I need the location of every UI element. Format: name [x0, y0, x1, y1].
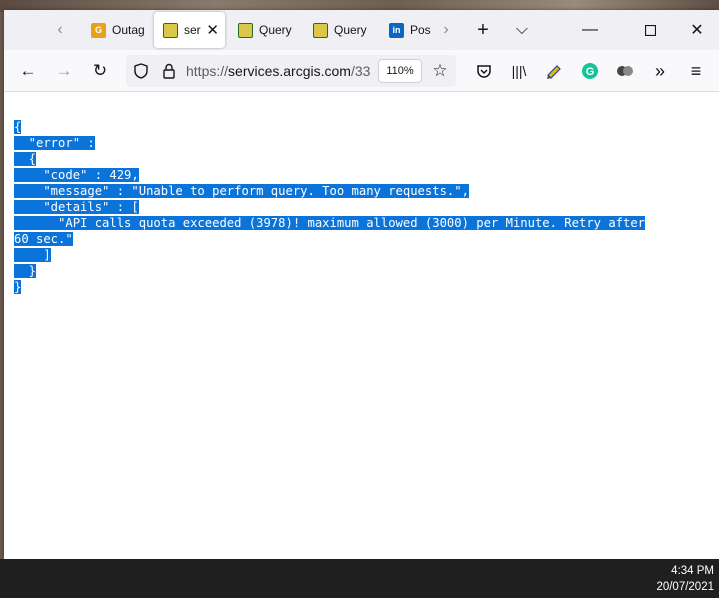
taskbar-clock[interactable]: 4:34 PM 20/07/2021: [656, 563, 714, 595]
json-line: {: [14, 151, 714, 167]
url-host: services.arcgis.com: [228, 63, 351, 79]
tab-outage[interactable]: G Outag: [82, 12, 150, 48]
library-icon[interactable]: |||\: [504, 56, 534, 86]
taskbar: 4:34 PM 20/07/2021: [0, 559, 719, 598]
url-text[interactable]: https://services.arcgis.com/33: [186, 63, 374, 79]
tab-label: Outag: [112, 23, 145, 37]
tab-label: Query: [259, 23, 292, 37]
tab-label: Query: [334, 23, 367, 37]
outage-app-icon: G: [91, 22, 106, 38]
grammarly-icon[interactable]: G: [575, 56, 605, 86]
json-line-text: "code" : 429,: [14, 168, 139, 182]
json-line: }: [14, 279, 714, 295]
extension-circles-icon[interactable]: [610, 56, 640, 86]
json-line: "details" : [: [14, 199, 714, 215]
json-line: "API calls quota exceeded (3978)! maximu…: [14, 215, 714, 231]
hamburger-menu-icon[interactable]: ≡: [681, 56, 711, 86]
tab-services-active[interactable]: ser ✕: [154, 12, 225, 48]
close-window-icon[interactable]: ✕: [677, 14, 717, 46]
json-line-text: {: [14, 120, 22, 134]
bookmark-star-icon[interactable]: ☆: [428, 59, 452, 83]
json-response: { "error" : { "code" : 429, "message" : …: [14, 119, 714, 295]
overflow-chevrons-icon[interactable]: »: [645, 56, 675, 86]
json-line: 60 sec.": [14, 231, 714, 247]
json-line-text: ]: [14, 248, 51, 262]
json-line: ]: [14, 247, 714, 263]
json-line-text: }: [14, 280, 22, 294]
tab-query-1[interactable]: Query: [229, 12, 299, 48]
page-content: { "error" : { "code" : 429, "message" : …: [4, 92, 719, 559]
json-line-text: "details" : [: [14, 200, 139, 214]
zoom-level-button[interactable]: 110%: [378, 59, 422, 83]
pocket-icon[interactable]: [469, 56, 499, 86]
tracking-protection-shield-icon[interactable]: [134, 63, 150, 79]
json-line-text: 60 sec.": [14, 232, 73, 246]
clock-time: 4:34 PM: [671, 565, 714, 577]
json-line: "message" : "Unable to perform query. To…: [14, 183, 714, 199]
url-scheme: https://: [186, 63, 229, 79]
minimize-icon[interactable]: —: [570, 14, 610, 46]
tab-query-2[interactable]: Query: [304, 12, 374, 48]
forward-arrow-icon[interactable]: →: [49, 56, 79, 86]
tabs-scroll-right-icon[interactable]: ›: [434, 18, 458, 42]
linkedin-icon: in: [389, 22, 404, 38]
nav-toolbar: ← → ↻ https://services.arcgis.com/33 110…: [4, 50, 719, 92]
json-line: }: [14, 263, 714, 279]
tab-label: Pos: [410, 23, 431, 37]
json-line: {: [14, 119, 714, 135]
close-tab-icon[interactable]: ✕: [206, 21, 219, 39]
json-line: "code" : 429,: [14, 167, 714, 183]
json-line-text: "API calls quota exceeded (3978)! maximu…: [14, 216, 646, 230]
maximize-icon[interactable]: [630, 14, 670, 46]
arcgis-icon: [163, 22, 178, 38]
browser-window: ‹ G Outag ser ✕ Query Query in Pos › + ⌵…: [4, 10, 719, 559]
clock-date: 20/07/2021: [656, 581, 714, 593]
list-all-tabs-chevron-down-icon[interactable]: ⌵: [510, 18, 534, 42]
back-arrow-icon[interactable]: ←: [13, 56, 43, 86]
tab-label: ser: [184, 23, 201, 37]
json-line-text: "error" :: [14, 136, 95, 150]
reload-icon[interactable]: ↻: [85, 56, 115, 86]
tab-linkedin[interactable]: in Pos: [380, 12, 434, 48]
json-line: "error" :: [14, 135, 714, 151]
arcgis-icon: [238, 22, 253, 38]
tabs-scroll-left-icon[interactable]: ‹: [48, 18, 72, 42]
json-line-text: "message" : "Unable to perform query. To…: [14, 184, 469, 198]
pencil-extension-icon[interactable]: [539, 56, 569, 86]
svg-text:G: G: [586, 66, 595, 78]
tab-bar: ‹ G Outag ser ✕ Query Query in Pos › + ⌵…: [4, 10, 719, 50]
json-line-text: {: [14, 152, 37, 166]
url-path: /33: [350, 63, 371, 79]
address-bar[interactable]: https://services.arcgis.com/33 110% ☆: [126, 55, 456, 87]
new-tab-plus-icon[interactable]: +: [471, 18, 495, 42]
padlock-icon[interactable]: [162, 63, 178, 79]
json-line-text: }: [14, 264, 37, 278]
arcgis-icon: [313, 22, 328, 38]
